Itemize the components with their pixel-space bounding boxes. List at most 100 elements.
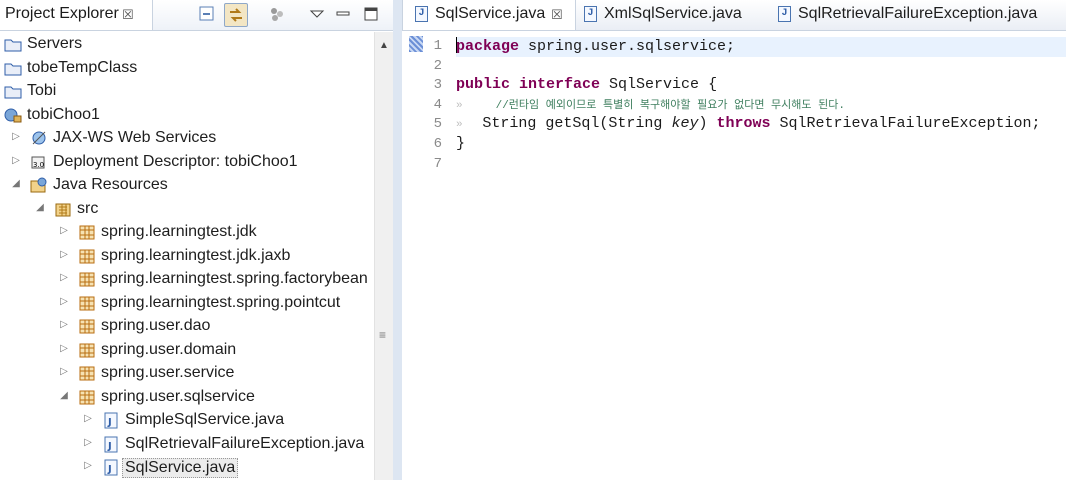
code-line[interactable] (456, 155, 1066, 175)
tree-item[interactable]: tobiChoo1 (0, 104, 374, 127)
svg-text:3.0: 3.0 (33, 161, 44, 169)
expand-icon[interactable]: ▷ (10, 131, 22, 142)
tree-item[interactable]: ▷ spring.learningtest.jdk (0, 221, 374, 244)
code-line[interactable]: package spring.user.sqlservice; (456, 37, 1066, 57)
scroll-grip-icon[interactable]: ≡ (379, 328, 386, 342)
tree-item[interactable]: ▷ JAX-WS Web Services (0, 127, 374, 150)
expand-icon[interactable]: ▷ (58, 225, 70, 236)
collapse-icon[interactable]: ◢ (10, 178, 22, 189)
expand-icon[interactable]: ▷ (10, 155, 22, 166)
package-icon (78, 295, 96, 312)
tree-item-label: spring.user.domain (101, 340, 237, 358)
view-menu-icon[interactable] (306, 3, 330, 27)
expand-icon[interactable]: ▷ (58, 272, 70, 283)
folder-icon (4, 83, 22, 100)
tree-item[interactable]: ◢ src (0, 198, 374, 221)
tree-item-label: SqlService.java (122, 458, 239, 478)
tab-label: SqlService.java (435, 5, 546, 22)
close-icon[interactable]: ☒ (551, 7, 563, 23)
collapse-icon[interactable]: ◢ (34, 202, 46, 213)
tree-item[interactable]: ▷ spring.learningtest.jdk.jaxb (0, 245, 374, 268)
tree-item[interactable]: ▷ 3.0 Deployment Descriptor: tobiChoo1 (0, 151, 374, 174)
code-token: SqlService { (600, 76, 718, 94)
view-sash[interactable] (393, 0, 402, 480)
code-line[interactable]: public interface SqlService { (456, 76, 1066, 96)
tree-item[interactable]: Tobi (0, 80, 374, 103)
tree-item[interactable]: ▷ spring.user.dao (0, 315, 374, 338)
tree-item[interactable]: ▷ spring.learningtest.spring.factorybean (0, 268, 374, 291)
project-tree: Servers tobeTempClass Tobi tobiChoo1 ▷ JAX-WS… (0, 30, 374, 480)
tree-item[interactable]: ▷ spring.learningtest.spring.pointcut (0, 292, 374, 315)
tree-item[interactable]: ▷ spring.user.service (0, 362, 374, 385)
package-icon (78, 248, 96, 265)
line-number: 3 (433, 77, 442, 94)
code-token: SqlRetrievalFailureException; (770, 115, 1041, 133)
focus-icon[interactable] (266, 3, 290, 27)
tree-item-label: SimpleSqlService.java (125, 411, 285, 428)
line-number: 6 (433, 136, 442, 152)
line-number: 7 (433, 155, 442, 172)
code-keyword: interface (519, 76, 601, 94)
code-token: ) (698, 115, 717, 133)
tree-item-label: Tobi (27, 82, 57, 99)
collapse-icon[interactable]: ◢ (58, 390, 70, 401)
code-keyword: package (456, 38, 520, 55)
tree-item[interactable]: ◢ spring.user.sqlservice (0, 386, 374, 409)
expand-icon[interactable]: ▷ (58, 366, 70, 377)
close-icon[interactable]: ☒ (122, 7, 134, 23)
code-line[interactable]: » String getSql(String key) throws SqlRe… (456, 115, 1066, 135)
tree-item[interactable]: Servers (0, 33, 374, 56)
line-number: 1 (433, 38, 442, 54)
code-line[interactable]: } (456, 135, 1066, 155)
collapse-all-icon[interactable] (196, 3, 220, 27)
code-token: spring.user.sqlservice; (519, 38, 736, 55)
tree-item[interactable]: ▷ J SimpleSqlService.java (0, 409, 374, 432)
code-keyword: public (456, 76, 511, 94)
line-number: 5 (433, 116, 442, 133)
tree-item[interactable]: ▷ J SqlRetrievalFailureException.java (0, 433, 374, 456)
overview-ruler (406, 32, 423, 480)
tree-item-label: Java Resources (53, 176, 168, 193)
tree-item[interactable]: ▷ J SqlService.java (0, 456, 374, 479)
package-icon (78, 389, 96, 406)
expand-icon[interactable]: ▷ (82, 460, 94, 471)
expand-icon[interactable]: ▷ (58, 249, 70, 260)
tab-label: XmlSqlService.java (604, 5, 742, 22)
minimize-icon[interactable] (332, 3, 356, 27)
expand-icon[interactable]: ▷ (82, 437, 94, 448)
package-icon (78, 365, 96, 382)
expand-icon[interactable]: ▷ (58, 343, 70, 354)
tree-item[interactable]: tobeTempClass (0, 57, 374, 80)
code-comment: //런타임 예외이므로 특별히 복구해야할 필요가 없다면 무시해도 된다. (482, 99, 845, 112)
tab-sqlretrievalfailureexception[interactable]: J SqlRetrievalFailureException.java (774, 0, 1064, 30)
tree-item-label: spring.learningtest.spring.pointcut (101, 293, 341, 311)
maximize-icon[interactable] (360, 3, 384, 27)
java-file-icon: J (102, 459, 120, 476)
expand-icon[interactable]: ▷ (58, 296, 70, 307)
tree-item-label: Deployment Descriptor: tobiChoo1 (53, 152, 298, 170)
scroll-up-icon[interactable]: ▲ (379, 40, 389, 51)
code-line[interactable] (456, 57, 1066, 77)
tree-item-label: spring.learningtest.spring.factorybean (101, 270, 368, 287)
tab-sqlservice[interactable]: J SqlService.java ☒ (402, 0, 576, 30)
tree-item-label: Servers (27, 35, 83, 52)
svg-text:J: J (107, 417, 112, 428)
tree-item[interactable]: ▷ spring.user.domain (0, 339, 374, 362)
explorer-tab[interactable]: Project Explorer ☒ (0, 0, 153, 30)
java-file-icon: J (778, 6, 791, 22)
tab-xmlsqlservice[interactable]: J XmlSqlService.java (580, 0, 760, 30)
link-with-editor-icon[interactable] (224, 3, 248, 27)
tree-item-label: tobeTempClass (27, 58, 138, 76)
java-file-icon: J (415, 6, 428, 22)
editor-tabs: J SqlService.java ☒ J XmlSqlService.java… (402, 0, 1066, 31)
explorer-scrollbar[interactable]: ▲ ≡ (374, 32, 394, 480)
expand-icon[interactable]: ▷ (58, 319, 70, 330)
expand-icon[interactable]: ▷ (82, 413, 94, 424)
tree-item-label: tobiChoo1 (27, 105, 100, 123)
tree-item-label: spring.user.service (101, 364, 235, 381)
tree-item[interactable]: ◢ Java Resources (0, 174, 374, 197)
code-line[interactable]: » //런타임 예외이므로 특별히 복구해야할 필요가 없다면 무시해도 된다. (456, 96, 1066, 116)
tree-item-label: spring.user.sqlservice (101, 387, 255, 405)
project-explorer-view: Project Explorer ☒ Servers tobeTempClass T… (0, 0, 394, 480)
